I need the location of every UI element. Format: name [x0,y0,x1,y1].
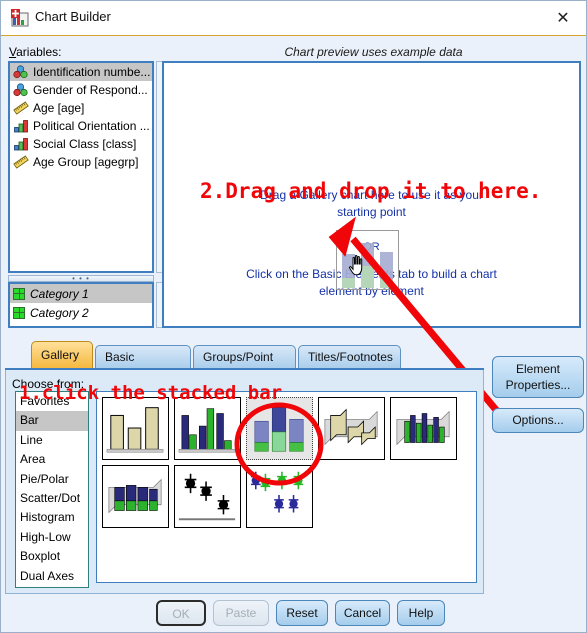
chart-type-histogram[interactable]: Histogram [16,508,88,527]
chart-builder-window: Chart Builder ✕ Variables: Chart preview… [0,0,587,633]
category-label: Category 1 [30,286,89,301]
cancel-button[interactable]: Cancel [335,600,390,626]
ordinal-icon [14,138,28,151]
element-properties-line-1: Element [515,362,561,376]
nominal-icon [13,83,28,97]
options-button[interactable]: Options... [492,408,584,433]
ordinal-icon [14,120,28,133]
variable-item-social-class[interactable]: Social Class [class] [10,135,152,153]
gallery-thumb-clustered-3d-bar[interactable] [390,397,457,460]
panel-splitter[interactable]: • • • [8,275,154,283]
window-title: Chart Builder [35,9,111,24]
variable-item-gender-of-respondent[interactable]: Gender of Respond... [10,81,152,99]
chart-type-pie-polar[interactable]: Pie/Polar [16,470,88,489]
variables-label: Variables: [9,45,62,59]
variable-label: Gender of Respond... [33,83,148,97]
chart-type-area[interactable]: Area [16,450,88,469]
variable-item-identification-number[interactable]: Identification numbe... [10,63,152,81]
gallery-thumbnail-grid [96,391,477,583]
gallery-thumb-simple-bar[interactable] [102,397,169,460]
scale-icon [13,155,29,169]
close-icon[interactable]: ✕ [540,1,586,35]
chart-type-list[interactable]: Favorites Bar Line Area Pie/Polar Scatte… [15,391,89,588]
tab-strip: Gallery Basic Elements Groups/Point ID T… [5,341,484,387]
gallery-thumb-stacked-bar[interactable] [246,397,313,460]
preview-caption: Chart preview uses example data [284,45,463,59]
variable-item-age-group[interactable]: Age Group [agegrp] [10,153,152,171]
annotation-step-2: 2.Drag and drop it to here. [200,179,542,203]
chart-type-bar[interactable]: Bar [16,411,88,431]
chart-type-high-low[interactable]: High-Low [16,528,88,547]
variable-label: Age Group [agegrp] [33,155,139,169]
title-bar: Chart Builder ✕ [1,1,586,36]
gallery-thumb-simple-error-bar[interactable] [174,465,241,528]
reset-button[interactable]: Reset [276,600,328,626]
gallery-thumb-clustered-bar[interactable] [174,397,241,460]
tab-groups-point-id[interactable]: Groups/Point ID [193,345,296,387]
variable-item-political-orientation[interactable]: Political Orientation ... [10,117,152,135]
nominal-icon [13,65,28,79]
element-properties-button[interactable]: Element Properties... [492,356,584,398]
category-grid-icon [13,306,25,319]
chart-type-line[interactable]: Line [16,431,88,450]
category-list[interactable]: Category 1 Category 2 [8,282,154,328]
gallery-thumb-stacked-3d-bar[interactable] [102,465,169,528]
tab-titles-footnotes[interactable]: Titles/Footnotes [298,345,401,369]
category-grid-icon [13,287,25,300]
tab-gallery[interactable]: Gallery [31,341,93,369]
ok-button[interactable]: OK [156,600,206,626]
help-button[interactable]: Help [397,600,445,626]
paste-button[interactable]: Paste [213,600,269,626]
category-item-2[interactable]: Category 2 [10,303,152,322]
variable-label: Political Orientation ... [33,119,150,133]
chart-type-dual-axes[interactable]: Dual Axes [16,567,88,586]
chart-type-scatter-dot[interactable]: Scatter/Dot [16,489,88,508]
element-properties-line-2: Properties... [505,378,571,392]
scale-icon [13,101,29,115]
gallery-thumb-simple-3d-bar[interactable] [318,397,385,460]
variable-label: Age [age] [33,101,85,115]
variable-item-age[interactable]: Age [age] [10,99,152,117]
hand-cursor-icon [348,255,363,276]
chart-type-boxplot[interactable]: Boxplot [16,547,88,566]
annotation-step-1: 1.click the stacked bar [19,382,283,404]
preview-hint-line-2: starting point [337,205,406,219]
chart-builder-icon [11,9,29,27]
variables-list[interactable]: Identification numbe... Gender of Respon… [8,61,154,273]
variable-label: Identification numbe... [33,65,151,79]
gallery-thumb-clustered-error-bar[interactable] [246,465,313,528]
tab-basic-elements[interactable]: Basic Elements [95,345,191,387]
category-label: Category 2 [30,305,89,320]
category-item-1[interactable]: Category 1 [10,284,152,303]
variable-label: Social Class [class] [33,137,137,151]
